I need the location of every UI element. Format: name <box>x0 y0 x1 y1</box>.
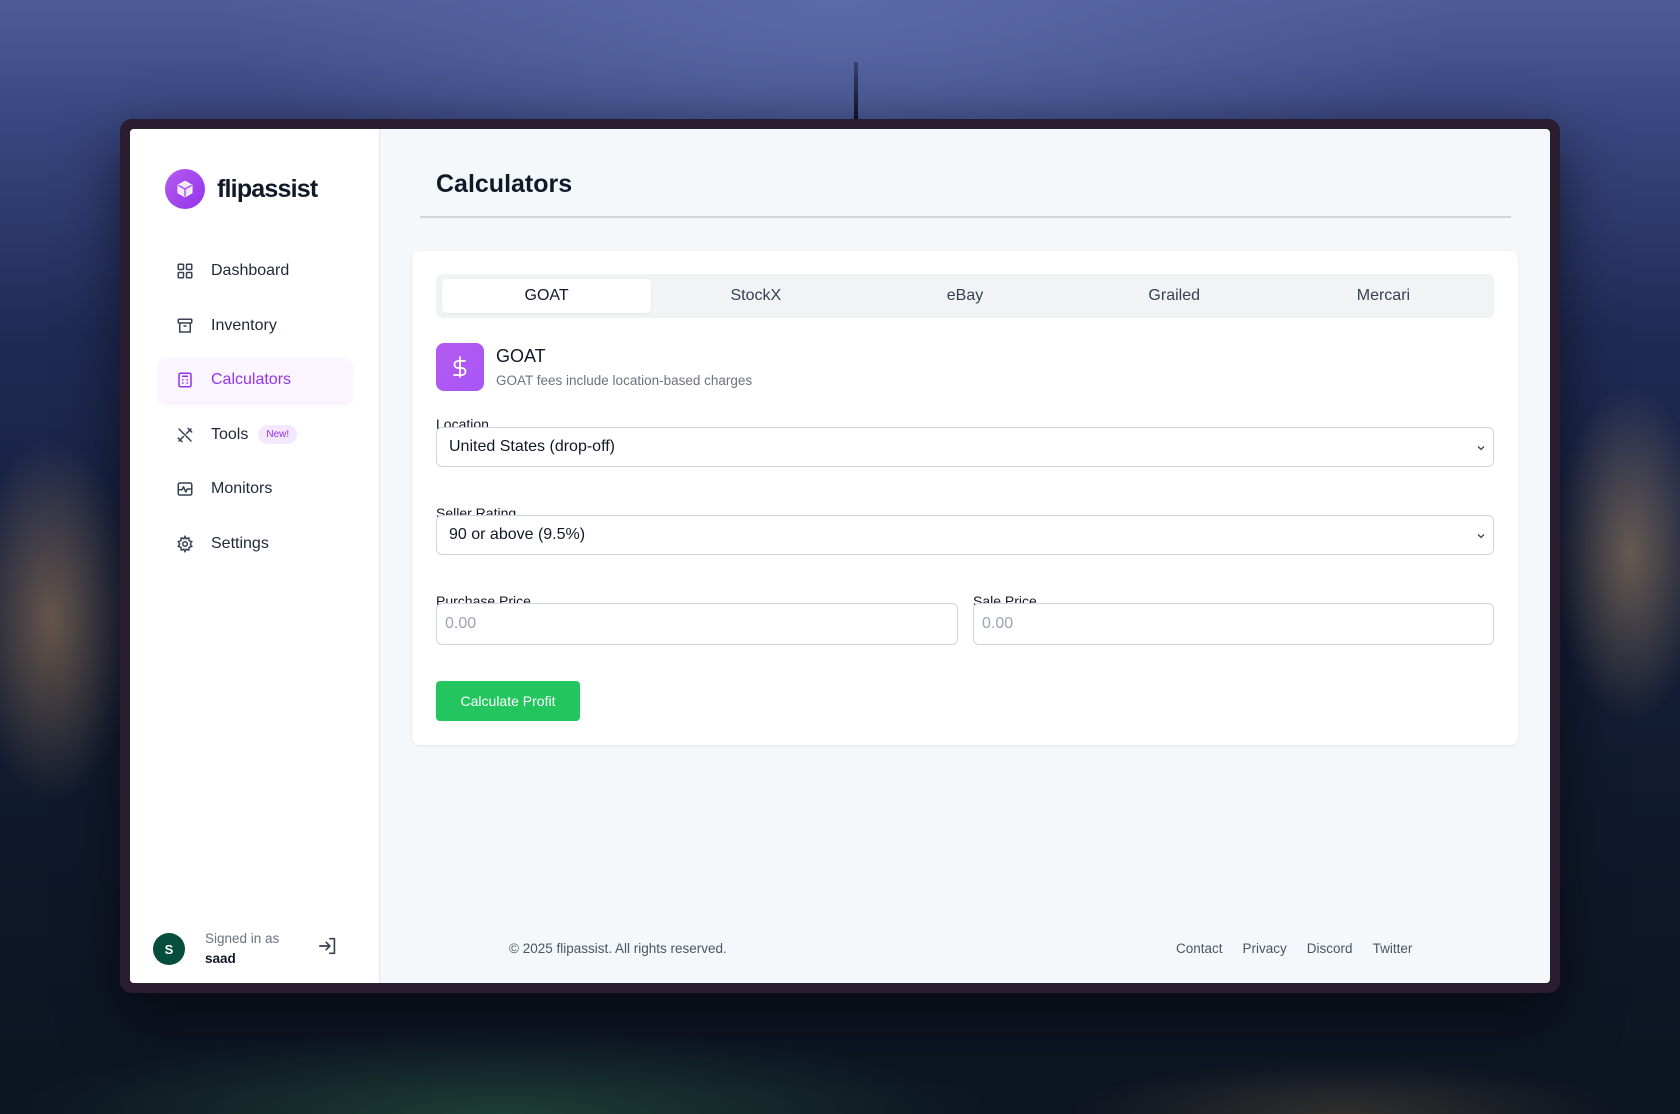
dashboard-grid-icon <box>175 261 195 281</box>
sidebar-nav: Dashboard Inventory Calculators Tools Ne… <box>159 249 351 577</box>
sidebar-item-tools[interactable]: Tools New! <box>159 413 351 457</box>
footer-link-discord[interactable]: Discord <box>1307 941 1353 956</box>
footer-copyright: © 2025 flipassist. All rights reserved. <box>509 941 727 956</box>
archive-box-icon <box>175 316 195 336</box>
chevron-down-icon <box>1475 529 1487 547</box>
sidebar-item-label: Calculators <box>211 371 292 389</box>
signed-in-user: S Signed in as saad <box>153 929 363 969</box>
sidebar-item-dashboard[interactable]: Dashboard <box>159 249 351 293</box>
page-title: Calculators <box>436 170 573 198</box>
seller-rating-value: 90 or above (9.5%) <box>449 526 586 543</box>
tools-icon <box>175 425 195 445</box>
calculator-icon <box>175 370 195 390</box>
footer-link-twitter[interactable]: Twitter <box>1373 941 1413 956</box>
footer-links: Contact Privacy Discord Twitter <box>1176 941 1412 956</box>
tab-stockx[interactable]: StockX <box>651 279 860 313</box>
sidebar-item-inventory[interactable]: Inventory <box>159 304 351 348</box>
sale-price-input[interactable]: 0.00 <box>973 603 1494 645</box>
background-tower-spire <box>854 62 858 122</box>
background-city-lights-left <box>0 340 130 900</box>
app-window: flipassist Dashboard Inventory Calculato… <box>130 129 1550 983</box>
sidebar-item-label: Settings <box>211 534 269 552</box>
footer-link-privacy[interactable]: Privacy <box>1243 941 1287 956</box>
main-content: Calculators GOAT StockX eBay Grailed Mer… <box>380 129 1550 983</box>
tab-mercari[interactable]: Mercari <box>1279 279 1488 313</box>
avatar[interactable]: S <box>153 933 185 965</box>
sidebar-item-label: Inventory <box>211 316 277 334</box>
calculator-name: GOAT <box>496 346 546 366</box>
new-badge: New! <box>258 425 298 445</box>
sidebar-item-settings[interactable]: Settings <box>159 522 351 566</box>
chevron-down-icon <box>1475 441 1487 459</box>
background-city-lights-bottom <box>0 984 1680 1114</box>
background-city-lights-right <box>1555 320 1680 840</box>
dollar-icon <box>436 343 484 391</box>
logout-icon[interactable] <box>317 935 339 957</box>
calculator-description: GOAT fees include location-based charges <box>496 373 753 388</box>
sidebar: flipassist Dashboard Inventory Calculato… <box>130 129 380 983</box>
user-name: saad <box>205 951 236 966</box>
purchase-price-input[interactable]: 0.00 <box>436 603 958 645</box>
seller-rating-select[interactable]: 90 or above (9.5%) <box>436 515 1494 555</box>
footer-link-contact[interactable]: Contact <box>1176 941 1223 956</box>
marketplace-tabs: GOAT StockX eBay Grailed Mercari <box>436 274 1494 318</box>
location-value: United States (drop-off) <box>449 438 616 455</box>
sale-price-placeholder: 0.00 <box>982 615 1014 632</box>
purchase-price-placeholder: 0.00 <box>445 615 477 632</box>
sidebar-item-calculators[interactable]: Calculators <box>159 358 351 403</box>
brand-name: flipassist <box>217 174 318 203</box>
sidebar-item-label: Dashboard <box>211 262 290 279</box>
location-select[interactable]: United States (drop-off) <box>436 427 1494 467</box>
calculator-header: GOAT GOAT fees include location-based ch… <box>436 343 752 391</box>
brand[interactable]: flipassist <box>165 169 318 209</box>
tab-grailed[interactable]: Grailed <box>1070 279 1279 313</box>
tab-ebay[interactable]: eBay <box>860 279 1069 313</box>
sidebar-item-monitors[interactable]: Monitors <box>159 467 351 511</box>
monitor-pulse-icon <box>175 479 195 499</box>
sidebar-item-label: Monitors <box>211 480 273 498</box>
calculate-profit-button[interactable]: Calculate Profit <box>436 681 580 721</box>
title-divider <box>420 216 1511 218</box>
cube-logo-icon <box>165 169 205 209</box>
calculator-text: GOAT GOAT fees include location-based ch… <box>496 346 752 388</box>
gear-icon <box>175 534 195 554</box>
sidebar-item-label: Tools <box>211 425 249 443</box>
calculator-card: GOAT StockX eBay Grailed Mercari GOAT GO… <box>412 251 1518 745</box>
user-text: Signed in as saad <box>205 929 279 969</box>
tab-goat[interactable]: GOAT <box>442 279 652 313</box>
signed-in-caption: Signed in as <box>205 931 280 946</box>
